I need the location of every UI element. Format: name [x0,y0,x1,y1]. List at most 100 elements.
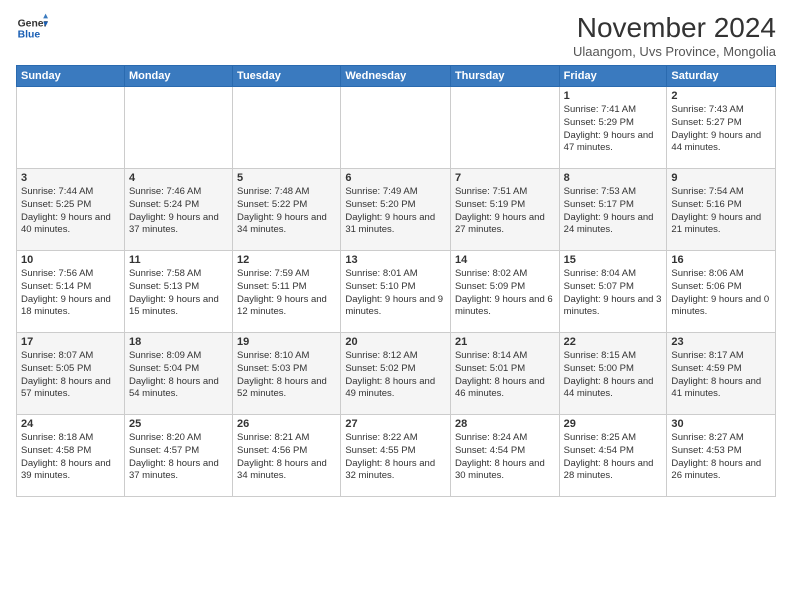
table-row: 2Sunrise: 7:43 AM Sunset: 5:27 PM Daylig… [667,87,776,169]
day-number: 21 [455,336,555,348]
page: General Blue November 2024 Ulaangom, Uvs… [0,0,792,612]
day-info: Sunrise: 8:24 AM Sunset: 4:54 PM Dayligh… [455,432,555,483]
day-info: Sunrise: 7:46 AM Sunset: 5:24 PM Dayligh… [129,186,228,237]
header-wednesday: Wednesday [341,66,451,87]
table-row [341,87,451,169]
day-info: Sunrise: 8:12 AM Sunset: 5:02 PM Dayligh… [345,350,446,401]
table-row: 9 Sunrise: 7:54 AM Sunset: 5:16 PM Daylig… [667,169,776,251]
day-number: 3 [21,172,120,184]
svg-text:General: General [18,18,48,29]
day-info: Sunrise: 7:41 AM Sunset: 5:29 PM Dayligh… [564,104,663,155]
table-row [17,87,125,169]
table-row [124,87,232,169]
day-number: 4 [129,172,228,184]
logo: General Blue [16,12,48,44]
logo-icon: General Blue [16,12,48,44]
day-number: 10 [21,254,120,266]
day-info: Sunrise: 8:04 AM Sunset: 5:07 PM Dayligh… [564,268,663,319]
header-saturday: Saturday [667,66,776,87]
day-number: 14 [455,254,555,266]
day-info: Sunrise: 7:51 AM Sunset: 5:19 PM Dayligh… [455,186,555,237]
day-info: Sunrise: 7:44 AM Sunset: 5:25 PM Dayligh… [21,186,120,237]
day-number: 9 [671,172,771,184]
header-monday: Monday [124,66,232,87]
table-row: 23 Sunrise: 8:17 AM Sunset: 4:59 PM Dayli… [667,333,776,415]
table-row: 15Sunrise: 8:04 AM Sunset: 5:07 PM Dayli… [559,251,667,333]
day-number: 6 [345,172,446,184]
day-info: Sunrise: 8:06 AM Sunset: 5:06 PM Dayligh… [671,268,771,319]
day-number: 12 [237,254,336,266]
calendar-header-row: Sunday Monday Tuesday Wednesday Thursday… [17,66,776,87]
day-info: Sunrise: 7:49 AM Sunset: 5:20 PM Dayligh… [345,186,446,237]
table-row: 11 Sunrise: 7:58 AM Sunset: 5:13 PM Dayli… [124,251,232,333]
day-number: 27 [345,418,446,430]
day-info: Sunrise: 8:25 AM Sunset: 4:54 PM Dayligh… [564,432,663,483]
table-row: 16 Sunrise: 8:06 AM Sunset: 5:06 PM Dayli… [667,251,776,333]
day-number: 23 [671,336,771,348]
table-row: 19Sunrise: 8:10 AM Sunset: 5:03 PM Dayli… [233,333,341,415]
table-row: 8 Sunrise: 7:53 AM Sunset: 5:17 PM Daylig… [559,169,667,251]
day-info: Sunrise: 8:14 AM Sunset: 5:01 PM Dayligh… [455,350,555,401]
day-number: 13 [345,254,446,266]
table-row: 26 Sunrise: 8:21 AM Sunset: 4:56 PM Dayli… [233,415,341,497]
day-number: 17 [21,336,120,348]
calendar-week-row: 3 Sunrise: 7:44 AM Sunset: 5:25 PM Daylig… [17,169,776,251]
day-info: Sunrise: 8:18 AM Sunset: 4:58 PM Dayligh… [21,432,120,483]
day-info: Sunrise: 8:22 AM Sunset: 4:55 PM Dayligh… [345,432,446,483]
day-number: 25 [129,418,228,430]
header-thursday: Thursday [450,66,559,87]
day-info: Sunrise: 7:43 AM Sunset: 5:27 PM Dayligh… [671,104,771,155]
table-row: 13 Sunrise: 8:01 AM Sunset: 5:10 PM Dayli… [341,251,451,333]
day-number: 16 [671,254,771,266]
day-number: 7 [455,172,555,184]
table-row: 5Sunrise: 7:48 AM Sunset: 5:22 PM Daylig… [233,169,341,251]
location: Ulaangom, Uvs Province, Mongolia [573,44,776,59]
table-row: 24 Sunrise: 8:18 AM Sunset: 4:58 PM Dayli… [17,415,125,497]
header-tuesday: Tuesday [233,66,341,87]
day-info: Sunrise: 8:17 AM Sunset: 4:59 PM Dayligh… [671,350,771,401]
day-number: 11 [129,254,228,266]
day-number: 22 [564,336,663,348]
table-row: 7 Sunrise: 7:51 AM Sunset: 5:19 PM Daylig… [450,169,559,251]
day-info: Sunrise: 8:27 AM Sunset: 4:53 PM Dayligh… [671,432,771,483]
table-row: 22Sunrise: 8:15 AM Sunset: 5:00 PM Dayli… [559,333,667,415]
table-row: 28 Sunrise: 8:24 AM Sunset: 4:54 PM Dayli… [450,415,559,497]
calendar-week-row: 17Sunrise: 8:07 AM Sunset: 5:05 PM Dayli… [17,333,776,415]
calendar-table: Sunday Monday Tuesday Wednesday Thursday… [16,65,776,497]
table-row: 20 Sunrise: 8:12 AM Sunset: 5:02 PM Dayli… [341,333,451,415]
table-row: 29 Sunrise: 8:25 AM Sunset: 4:54 PM Dayli… [559,415,667,497]
day-number: 19 [237,336,336,348]
table-row: 18Sunrise: 8:09 AM Sunset: 5:04 PM Dayli… [124,333,232,415]
day-info: Sunrise: 8:01 AM Sunset: 5:10 PM Dayligh… [345,268,446,319]
table-row: 3 Sunrise: 7:44 AM Sunset: 5:25 PM Daylig… [17,169,125,251]
svg-text:Blue: Blue [18,30,41,41]
day-info: Sunrise: 8:21 AM Sunset: 4:56 PM Dayligh… [237,432,336,483]
header-friday: Friday [559,66,667,87]
day-info: Sunrise: 7:56 AM Sunset: 5:14 PM Dayligh… [21,268,120,319]
day-number: 8 [564,172,663,184]
table-row: 14Sunrise: 8:02 AM Sunset: 5:09 PM Dayli… [450,251,559,333]
day-info: Sunrise: 8:20 AM Sunset: 4:57 PM Dayligh… [129,432,228,483]
day-number: 18 [129,336,228,348]
calendar-week-row: 24 Sunrise: 8:18 AM Sunset: 4:58 PM Dayli… [17,415,776,497]
table-row: 1Sunrise: 7:41 AM Sunset: 5:29 PM Daylig… [559,87,667,169]
day-info: Sunrise: 7:53 AM Sunset: 5:17 PM Dayligh… [564,186,663,237]
day-info: Sunrise: 7:58 AM Sunset: 5:13 PM Dayligh… [129,268,228,319]
table-row: 27 Sunrise: 8:22 AM Sunset: 4:55 PM Dayli… [341,415,451,497]
calendar-week-row: 10 Sunrise: 7:56 AM Sunset: 5:14 PM Dayli… [17,251,776,333]
table-row [450,87,559,169]
table-row: 30 Sunrise: 8:27 AM Sunset: 4:53 PM Dayli… [667,415,776,497]
calendar-week-row: 1Sunrise: 7:41 AM Sunset: 5:29 PM Daylig… [17,87,776,169]
day-number: 5 [237,172,336,184]
day-number: 28 [455,418,555,430]
day-number: 29 [564,418,663,430]
day-number: 20 [345,336,446,348]
day-number: 24 [21,418,120,430]
day-info: Sunrise: 7:54 AM Sunset: 5:16 PM Dayligh… [671,186,771,237]
table-row [233,87,341,169]
day-info: Sunrise: 7:59 AM Sunset: 5:11 PM Dayligh… [237,268,336,319]
day-number: 26 [237,418,336,430]
header-sunday: Sunday [17,66,125,87]
day-number: 30 [671,418,771,430]
header: General Blue November 2024 Ulaangom, Uvs… [16,12,776,59]
